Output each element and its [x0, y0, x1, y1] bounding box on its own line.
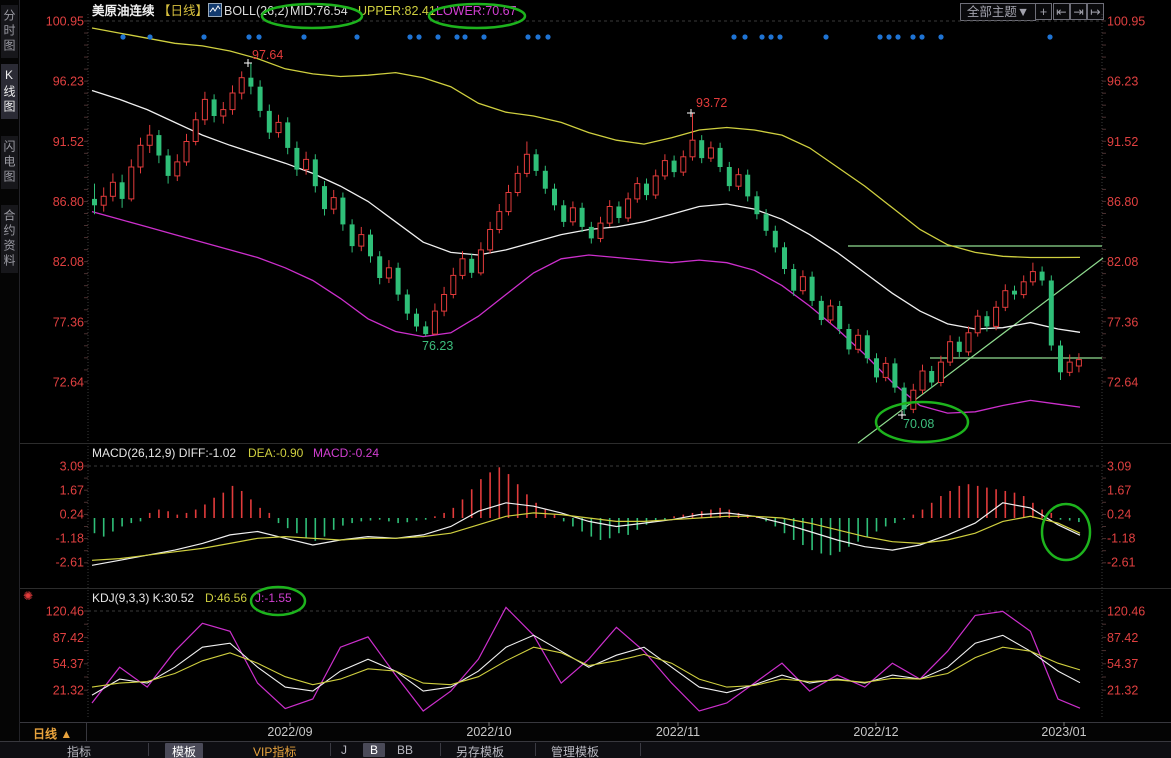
chart-canvas[interactable]: 100.95100.9596.2396.2391.5291.5286.8086.… [0, 0, 1171, 758]
macd-main-label: MACD(26,12,9) DIFF:-1.02 [92, 446, 236, 460]
svg-text:86.80: 86.80 [1107, 195, 1138, 209]
sidebar-item-contract-info[interactable]: 合约资料 [1, 205, 18, 273]
sidebar-item-kline-chart[interactable]: K线图 [1, 64, 18, 119]
svg-text:21.32: 21.32 [1107, 684, 1138, 698]
sidebar-item-label: 分时图 [2, 9, 16, 54]
kdj-d-label: D:46.56 [205, 591, 247, 605]
svg-text:-2.61: -2.61 [56, 556, 85, 570]
toolbar-save-template[interactable]: 另存模板 [456, 743, 504, 758]
svg-text:54.37: 54.37 [1107, 657, 1138, 671]
kdj-panel [92, 607, 1080, 711]
trend-lines[interactable] [848, 246, 1103, 443]
toolbar-j[interactable]: J [341, 743, 347, 757]
svg-text:91.52: 91.52 [53, 135, 84, 149]
macd-panel [92, 467, 1080, 565]
svg-text:3.09: 3.09 [60, 459, 84, 473]
toolbar-template[interactable]: 模板 [165, 743, 203, 758]
svg-text:-2.61: -2.61 [1107, 556, 1136, 570]
period-tag: 【日线】 [158, 3, 208, 20]
divider [86, 723, 87, 741]
pan-right-button[interactable]: ↦ [1087, 3, 1104, 20]
svg-text:82.08: 82.08 [53, 255, 84, 269]
toolbar-manage-template[interactable]: 管理模板 [551, 743, 599, 758]
kline-type-icon[interactable] [208, 3, 222, 17]
svg-text:86.80: 86.80 [53, 195, 84, 209]
toolbar-vip-indicator[interactable]: VIP指标 [253, 743, 296, 758]
svg-text:3.09: 3.09 [1107, 459, 1131, 473]
svg-text:0.24: 0.24 [60, 507, 84, 521]
svg-text:1.67: 1.67 [1107, 483, 1131, 497]
svg-text:-1.18: -1.18 [1107, 531, 1136, 545]
svg-text:97.64: 97.64 [252, 48, 283, 62]
svg-text:120.46: 120.46 [46, 605, 84, 619]
svg-text:76.23: 76.23 [422, 339, 453, 353]
sidebar-item-label: 合约资料 [2, 209, 16, 269]
kdj-main-label: KDJ(9,3,3) K:30.52 [92, 591, 194, 605]
compress-right-button[interactable]: ⇥ [1070, 3, 1087, 20]
trading-app-window: 分时图 K线图 闪电图 合约资料 美原油连续 【日线】 BOLL(26,2) M… [0, 0, 1171, 758]
divider [148, 743, 149, 756]
svg-text:87.42: 87.42 [1107, 631, 1138, 645]
svg-text:93.72: 93.72 [696, 96, 727, 110]
svg-text:72.64: 72.64 [53, 376, 84, 390]
panel-grid [20, 14, 1171, 718]
boll-lower-value: LOWER:70.67 [436, 3, 517, 20]
svg-text:1.67: 1.67 [60, 483, 84, 497]
boll-indicator-label: BOLL(26,2) [224, 3, 289, 20]
toolbar-b[interactable]: B [363, 743, 385, 757]
symbol-title: 美原油连续 [92, 3, 155, 20]
divider [640, 743, 641, 756]
svg-text:77.36: 77.36 [53, 315, 84, 329]
sidebar-item-label: 闪电图 [2, 140, 16, 185]
boll-upper-value: UPPER:82.41 [358, 3, 436, 20]
compress-left-button[interactable]: ⇤ [1053, 3, 1070, 20]
theme-dropdown[interactable]: 全部主题▼ [960, 3, 1036, 21]
svg-text:72.64: 72.64 [1107, 376, 1138, 390]
kdj-j-label: J:-1.55 [255, 591, 292, 605]
svg-text:96.23: 96.23 [1107, 75, 1138, 89]
svg-text:96.23: 96.23 [53, 75, 84, 89]
alert-flower-icon: ✺ [23, 589, 33, 603]
chart-type-sidebar: 分时图 K线图 闪电图 合约资料 [0, 0, 20, 758]
svg-text:54.37: 54.37 [53, 657, 84, 671]
bottom-toolbar: 指标 模板 VIP指标 J B BB 另存模板 管理模板 [0, 741, 1171, 758]
sidebar-item-label: K线图 [2, 68, 16, 115]
boll-mid-value: MID:76.54 [290, 3, 348, 20]
svg-text:82.08: 82.08 [1107, 255, 1138, 269]
svg-text:91.52: 91.52 [1107, 135, 1138, 149]
event-marker-dots[interactable] [120, 34, 1052, 39]
divider [330, 743, 331, 756]
svg-text:70.08: 70.08 [903, 417, 934, 431]
period-selector[interactable]: 日线 ▲ [33, 725, 72, 742]
toolbar-indicator[interactable]: 指标 [67, 743, 91, 758]
svg-text:-1.18: -1.18 [56, 531, 85, 545]
svg-text:87.42: 87.42 [53, 631, 84, 645]
sidebar-item-lightning-chart[interactable]: 闪电图 [1, 136, 18, 189]
svg-text:0.24: 0.24 [1107, 507, 1131, 521]
x-axis-row: 日线 ▲ [20, 722, 1171, 742]
svg-text:77.36: 77.36 [1107, 315, 1138, 329]
macd-dea-label: DEA:-0.90 [248, 446, 303, 460]
boll-bands [92, 28, 1080, 413]
candlesticks [92, 63, 1081, 414]
divider [535, 743, 536, 756]
divider [440, 743, 441, 756]
macd-macd-label: MACD:-0.24 [313, 446, 379, 460]
toolbar-bb[interactable]: BB [397, 743, 413, 757]
svg-text:21.32: 21.32 [53, 684, 84, 698]
sidebar-item-timeshare-chart[interactable]: 分时图 [1, 5, 18, 58]
price-annotations: 97.64 93.72 76.23 70.08 [244, 4, 1090, 615]
svg-text:120.46: 120.46 [1107, 605, 1145, 619]
chart-header: 美原油连续 【日线】 BOLL(26,2) MID:76.54 UPPER:82… [0, 0, 1171, 26]
crosshair-tool-button[interactable]: + [1035, 3, 1052, 20]
